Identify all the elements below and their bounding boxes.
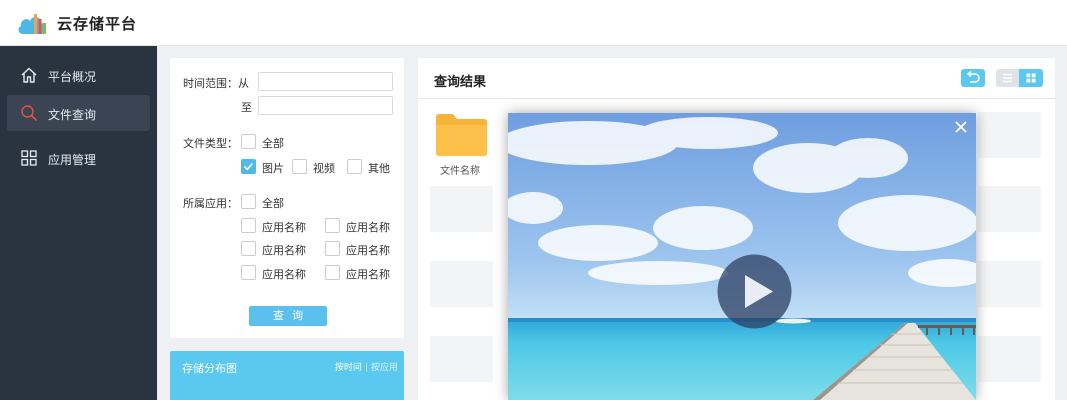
file-tile[interactable] bbox=[430, 261, 493, 307]
app-checkbox[interactable] bbox=[241, 265, 256, 280]
sidebar: 平台概况 文件查询 应用管理 bbox=[0, 46, 157, 400]
results-header: 查询结果 bbox=[418, 58, 1055, 99]
check-icon bbox=[243, 162, 254, 171]
checkbox-label: 应用名称 bbox=[262, 221, 306, 234]
home-icon bbox=[21, 67, 37, 83]
checkbox-label: 应用名称 bbox=[346, 244, 390, 257]
distribution-title: 存储分布图 bbox=[182, 362, 237, 375]
folder-icon[interactable] bbox=[435, 113, 488, 157]
checkbox-label: 应用名称 bbox=[346, 268, 390, 281]
file-type-video-checkbox[interactable] bbox=[292, 159, 307, 174]
sidebar-item-overview[interactable]: 平台概况 bbox=[7, 57, 150, 93]
top-header: 云存储平台 bbox=[0, 0, 1067, 46]
list-icon bbox=[1003, 73, 1012, 83]
app-title: 云存储平台 bbox=[57, 15, 138, 33]
checkbox-label: 视频 bbox=[313, 162, 335, 175]
file-tile[interactable] bbox=[430, 186, 493, 232]
cloud-bars-logo bbox=[18, 14, 46, 34]
start-date-input[interactable] bbox=[258, 72, 393, 91]
query-button[interactable]: 查询 bbox=[249, 306, 327, 326]
link-separator: | bbox=[364, 363, 368, 373]
app-checkbox[interactable] bbox=[325, 265, 340, 280]
checkbox-label: 应用名称 bbox=[346, 221, 390, 234]
grid-view-icon bbox=[1026, 73, 1036, 83]
app-filter-label: 所属应用： bbox=[183, 197, 238, 210]
sidebar-item-label: 平台概况 bbox=[48, 70, 97, 84]
app-checkbox[interactable] bbox=[241, 218, 256, 233]
filter-panel: 时间范围：从 至 文件类型： 全部 图片 视频 其他 所属应用： 全部 应用名称… bbox=[170, 58, 404, 338]
results-title: 查询结果 bbox=[434, 75, 487, 90]
checkbox-label: 全部 bbox=[262, 137, 284, 150]
sidebar-item-label: 应用管理 bbox=[48, 153, 97, 167]
file-type-image-checkbox[interactable] bbox=[241, 159, 256, 174]
file-type-label: 文件类型： bbox=[183, 137, 238, 150]
checkbox-label: 应用名称 bbox=[262, 268, 306, 281]
file-tile[interactable] bbox=[978, 112, 1041, 158]
search-icon bbox=[21, 105, 37, 121]
time-range-label: 时间范围：从 bbox=[183, 77, 249, 90]
file-type-all-checkbox[interactable] bbox=[241, 134, 256, 149]
file-tile[interactable] bbox=[978, 336, 1041, 382]
video-preview-modal bbox=[508, 113, 976, 400]
close-icon[interactable] bbox=[953, 119, 969, 135]
view-toggle bbox=[996, 69, 1043, 87]
list-view-button[interactable] bbox=[996, 69, 1019, 87]
undo-icon bbox=[966, 70, 980, 83]
app-all-checkbox[interactable] bbox=[241, 194, 256, 209]
app-checkbox[interactable] bbox=[325, 241, 340, 256]
file-tile[interactable] bbox=[430, 336, 493, 382]
checkbox-label: 其他 bbox=[368, 162, 390, 175]
sidebar-item-file-query[interactable]: 文件查询 bbox=[7, 95, 150, 131]
back-button[interactable] bbox=[961, 69, 985, 87]
app-checkbox[interactable] bbox=[325, 218, 340, 233]
checkbox-label: 图片 bbox=[262, 162, 284, 175]
by-app-link[interactable]: 按应用 bbox=[371, 363, 398, 373]
checkbox-label: 应用名称 bbox=[262, 244, 306, 257]
grid-icon bbox=[21, 150, 37, 166]
file-tile[interactable] bbox=[978, 261, 1041, 307]
sidebar-item-label: 文件查询 bbox=[48, 108, 97, 122]
storage-distribution-panel: 存储分布图 按时间 | 按应用 bbox=[170, 351, 404, 400]
grid-view-button[interactable] bbox=[1019, 69, 1043, 87]
end-date-input[interactable] bbox=[258, 96, 393, 115]
to-label: 至 bbox=[241, 101, 252, 114]
distribution-switch: 按时间 | 按应用 bbox=[335, 360, 398, 373]
by-time-link[interactable]: 按时间 bbox=[335, 363, 362, 373]
file-type-other-checkbox[interactable] bbox=[347, 159, 362, 174]
app-checkbox[interactable] bbox=[241, 241, 256, 256]
sidebar-item-app-management[interactable]: 应用管理 bbox=[7, 140, 150, 176]
checkbox-label: 全部 bbox=[262, 197, 284, 210]
folder-label: 文件名称 bbox=[440, 166, 480, 177]
file-tile[interactable] bbox=[978, 186, 1041, 232]
play-icon[interactable] bbox=[717, 254, 792, 329]
